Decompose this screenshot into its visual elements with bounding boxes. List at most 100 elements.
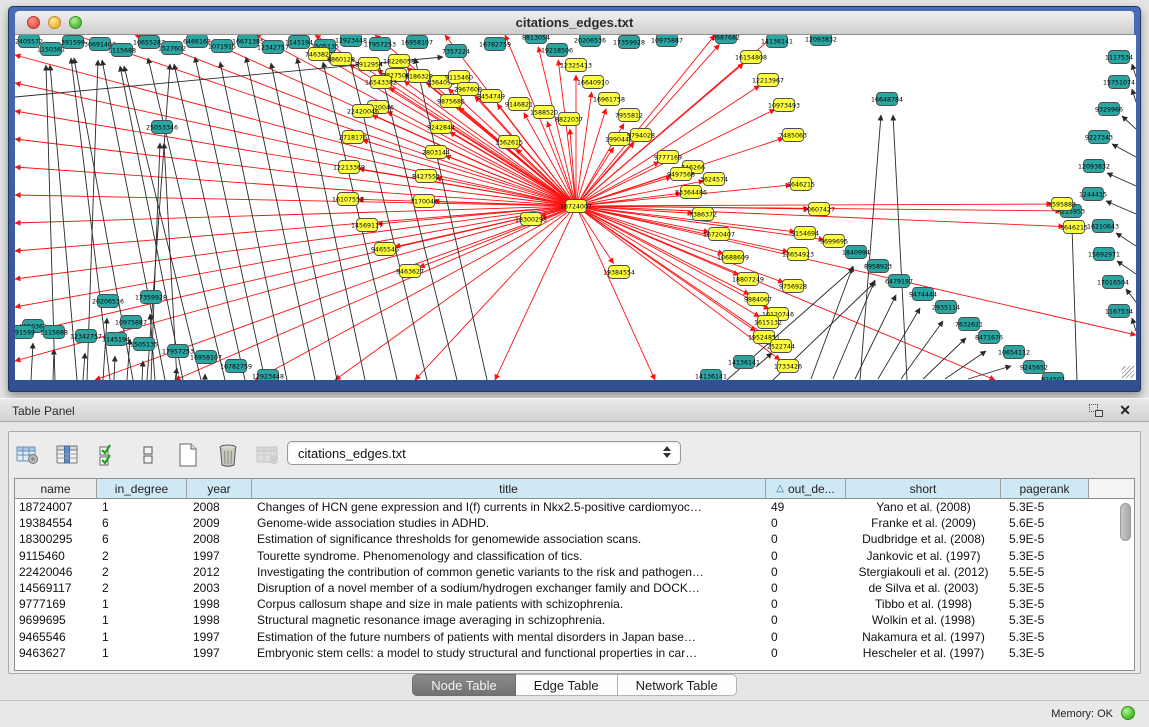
table-cell-year[interactable]: 1998 (187, 596, 252, 612)
graph-node[interactable]: 16961758 (593, 93, 625, 106)
table-cell-title[interactable]: Investigating the contribution of common… (252, 564, 766, 580)
graph-node[interactable]: 2803144 (422, 146, 450, 159)
table-cell-year[interactable]: 2003 (187, 580, 252, 596)
table-cell-pagerank[interactable]: 5.3E-5 (1001, 645, 1089, 661)
graph-node[interactable]: 19218506 (541, 44, 573, 57)
table-cell-pagerank[interactable]: 5.3E-5 (1001, 612, 1089, 628)
table-cell-out_de[interactable]: 0 (766, 548, 846, 564)
graph-node[interactable]: 23364486 (675, 186, 707, 199)
graph-node[interactable]: 13654923 (782, 248, 814, 261)
graph-node[interactable]: 17359928 (613, 36, 645, 49)
graph-node[interactable]: 9463627 (396, 265, 424, 278)
graph-node[interactable]: 10975887 (115, 316, 147, 329)
float-panel-icon[interactable] (1089, 404, 1103, 417)
graph-node[interactable]: 9465546 (371, 243, 399, 256)
graph-node[interactable]: 1840994 (842, 246, 870, 259)
graph-node[interactable]: 7632621 (955, 318, 983, 331)
graph-node[interactable]: 10654112 (998, 346, 1030, 359)
table-cell-out_de[interactable]: 0 (766, 580, 846, 596)
table-cell-year[interactable]: 1997 (187, 629, 252, 645)
graph-node[interactable]: 2935114 (932, 301, 960, 314)
graph-node[interactable]: 16958107 (401, 36, 433, 49)
graph-node[interactable]: 16782759 (220, 360, 252, 373)
memory-ok-indicator[interactable] (1121, 706, 1135, 720)
table-cell-short[interactable]: Wolkin et al. (1998) (846, 612, 1001, 628)
graph-node[interactable]: 1362615 (495, 136, 523, 149)
graph-node[interactable]: 12923448 (252, 370, 284, 381)
graph-node[interactable]: 2718176 (339, 131, 367, 144)
graph-node[interactable]: 9777169 (654, 151, 682, 164)
graph-node[interactable]: 14569117 (351, 219, 383, 232)
scrollbar-thumb[interactable] (1120, 503, 1131, 541)
table-cell-in_degree[interactable]: 1 (97, 499, 187, 515)
graph-node[interactable]: 1615132 (754, 316, 782, 329)
close-panel-icon[interactable]: ✕ (1119, 402, 1131, 419)
graph-node[interactable]: 14136141 (728, 356, 760, 369)
graph-node[interactable]: 16210643 (1087, 220, 1119, 233)
table-cell-title[interactable]: Changes of HCN gene expression and I(f) … (252, 499, 766, 515)
column-header-name[interactable]: name (15, 479, 97, 498)
table-row[interactable]: 1872400712008Changes of HCN gene express… (15, 499, 1134, 515)
graph-node[interactable]: 12093832 (805, 35, 837, 46)
graph-node[interactable]: 18300295 (515, 213, 547, 226)
graph-node[interactable]: 7357224 (442, 45, 470, 58)
graph-node[interactable]: 8860128 (327, 53, 355, 66)
graph-node[interactable]: 16782759 (479, 38, 511, 51)
table-cell-pagerank[interactable]: 5.9E-5 (1001, 531, 1089, 547)
graph-node[interactable]: 8471676 (975, 331, 1003, 344)
table-cell-name[interactable]: 18300295 (15, 531, 97, 547)
resize-grip[interactable] (1122, 366, 1134, 378)
table-cell-year[interactable]: 1998 (187, 612, 252, 628)
graph-node[interactable]: 14136141 (695, 370, 727, 381)
table-cell-pagerank[interactable]: 5.3E-5 (1001, 499, 1089, 515)
graph-node[interactable]: 9699695 (820, 235, 848, 248)
table-cell-in_degree[interactable]: 2 (97, 580, 187, 596)
table-cell-title[interactable]: Structural magnetic resonance image aver… (252, 612, 766, 628)
graph-node[interactable]: 10973493 (768, 99, 800, 112)
new-file-icon[interactable] (175, 443, 201, 467)
table-cell-title[interactable]: Tourette syndrome. Phenomenology and cla… (252, 548, 766, 564)
table-cell-short[interactable]: Jankovic et al. (1997) (846, 548, 1001, 564)
tab-edge-table[interactable]: Edge Table (516, 674, 618, 696)
graph-node[interactable]: 1117534 (1105, 51, 1133, 64)
table-cell-short[interactable]: Stergiakouli et al. (2012) (846, 564, 1001, 580)
graph-node[interactable]: 7485063 (779, 129, 807, 142)
table-row[interactable]: 969969511998Structural magnetic resonanc… (15, 612, 1134, 628)
table-cell-name[interactable]: 9465546 (15, 629, 97, 645)
graph-node[interactable]: 1595883 (1048, 198, 1076, 211)
graph-node[interactable]: 1167534 (1105, 305, 1133, 318)
select-columns-icon[interactable] (95, 443, 121, 467)
column-header-in_degree[interactable]: in_degree (97, 479, 187, 498)
column-header-year[interactable]: year (187, 479, 252, 498)
table-cell-year[interactable]: 2008 (187, 531, 252, 547)
graph-node[interactable]: 9227343 (1085, 131, 1113, 144)
graph-node[interactable]: 16640910 (577, 76, 609, 89)
table-selector-dropdown[interactable]: citations_edges.txt (287, 441, 681, 465)
graph-node[interactable]: 9245652 (1020, 361, 1048, 374)
window-titlebar[interactable]: citations_edges.txt (15, 11, 1134, 35)
table-row[interactable]: 911546021997Tourette syndrome. Phenomeno… (15, 548, 1134, 564)
graph-node[interactable]: 3170046 (410, 195, 438, 208)
row-height-icon[interactable] (135, 443, 161, 467)
graph-node[interactable]: 391599 (15, 326, 35, 339)
table-cell-name[interactable]: 19384554 (15, 515, 97, 531)
table-cell-short[interactable]: Tibbo et al. (1998) (846, 596, 1001, 612)
graph-node[interactable]: 1145194 (102, 333, 130, 346)
table-row[interactable]: 946554611997Estimation of the future num… (15, 629, 1134, 645)
column-header-short[interactable]: short (846, 479, 1001, 498)
graph-node[interactable]: 12325413 (560, 59, 592, 72)
tab-node-table[interactable]: Node Table (412, 674, 516, 696)
graph-node[interactable]: 16648784 (871, 93, 903, 106)
table-cell-out_de[interactable]: 0 (766, 564, 846, 580)
graph-node[interactable]: 16107552 (332, 193, 364, 206)
table-cell-title[interactable]: Estimation of the future numbers of pati… (252, 629, 766, 645)
graph-node[interactable]: 8958923 (864, 260, 892, 273)
graph-node[interactable]: 1527602 (158, 42, 186, 55)
table-cell-in_degree[interactable]: 2 (97, 548, 187, 564)
graph-node[interactable]: 924502 (1041, 373, 1065, 381)
graph-node[interactable]: 3624574 (700, 173, 728, 186)
graph-node[interactable]: 20206536 (574, 35, 606, 47)
table-cell-name[interactable]: 9463627 (15, 645, 97, 661)
table-cell-pagerank[interactable]: 5.6E-5 (1001, 515, 1089, 531)
tab-network-table[interactable]: Network Table (618, 674, 737, 696)
